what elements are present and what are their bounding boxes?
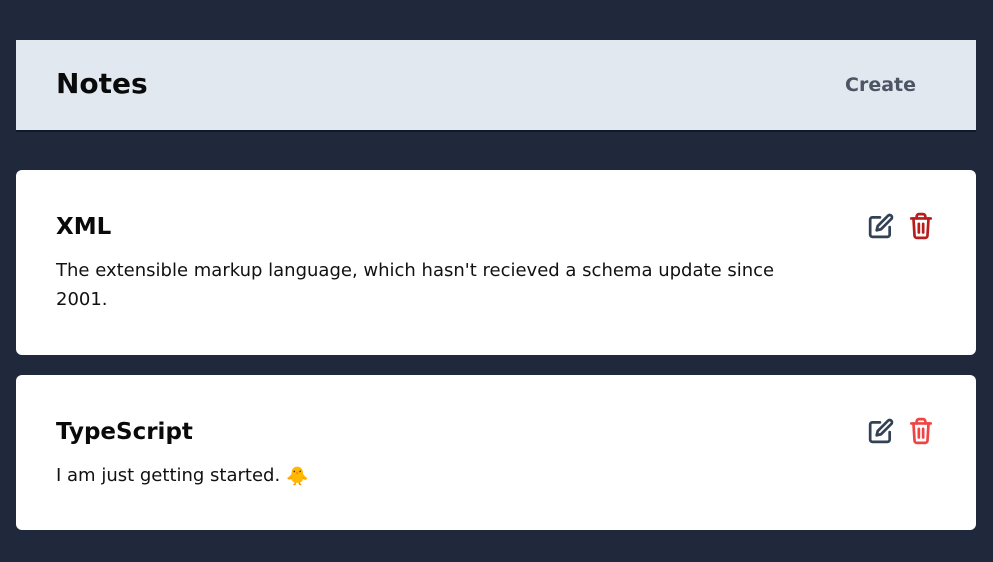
note-body: The extensible markup language, which ha… xyxy=(56,256,826,314)
note-card: XML The extensible markup language, whic… xyxy=(16,170,976,355)
trash-icon[interactable] xyxy=(908,417,934,445)
trash-icon[interactable] xyxy=(908,212,934,240)
note-card: TypeScript I am just getting started. 🐥 xyxy=(16,375,976,530)
note-actions xyxy=(868,417,934,445)
create-button[interactable]: Create xyxy=(845,73,916,97)
edit-icon[interactable] xyxy=(868,212,894,240)
note-text: The extensible markup language, which ha… xyxy=(56,260,775,310)
note-actions xyxy=(868,212,934,240)
note-body: I am just getting started. 🐥 xyxy=(56,461,826,491)
chick-emoji: 🐥 xyxy=(286,465,309,487)
edit-icon[interactable] xyxy=(868,417,894,445)
app-header: Notes Create xyxy=(16,40,976,130)
note-title: XML xyxy=(56,214,112,240)
notes-page: Notes Create XML The extensible markup l… xyxy=(0,0,993,562)
page-title: Notes xyxy=(56,67,148,100)
note-text: I am just getting started. xyxy=(56,465,281,486)
note-title: TypeScript xyxy=(56,419,193,445)
